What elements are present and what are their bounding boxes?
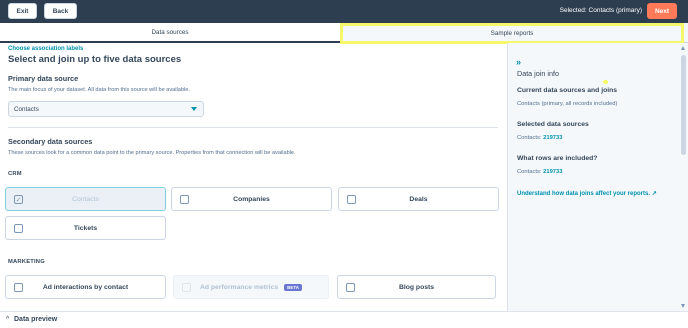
data-joins-help-link[interactable]: Understand how data joins affect your re… (517, 190, 657, 197)
next-button[interactable]: Next (647, 3, 677, 19)
selected-sources-heading: Selected data sources (517, 121, 589, 128)
primary-heading: Primary data source (8, 74, 79, 83)
top-bar: Exit Back Selected: Contacts (primary) N… (0, 0, 688, 23)
primary-source-select[interactable]: Contacts (8, 101, 204, 117)
group-label-crm: CRM (8, 171, 22, 177)
checkbox-icon[interactable] (14, 224, 23, 233)
source-card-blog-posts[interactable]: Blog posts (337, 275, 496, 299)
source-card-label: Blog posts (398, 283, 435, 291)
scroll-down-icon[interactable] (681, 304, 685, 308)
selected-sources-text: Contacts: 219733 (517, 135, 562, 141)
primary-source-value: Contacts (14, 105, 39, 113)
checkbox-icon[interactable] (346, 283, 355, 292)
caret-down-icon (191, 107, 197, 111)
source-card-companies[interactable]: Companies (171, 187, 332, 211)
rows-included-count: 219733 (543, 169, 563, 175)
checkbox-icon[interactable] (180, 195, 189, 204)
current-sources-text: Contacts (primary, all records included) (517, 101, 618, 107)
exit-button[interactable]: Exit (8, 3, 37, 19)
source-card-label: Ad interactions by contact (42, 283, 129, 291)
checkbox-disabled-icon (182, 283, 191, 292)
source-card-ad-interactions[interactable]: Ad interactions by contact (5, 275, 166, 299)
back-button[interactable]: Back (44, 3, 77, 19)
main-panel: Choose association labels Select and joi… (0, 43, 507, 311)
group-label-marketing: MARKETING (8, 259, 45, 265)
external-link-icon: ↗ (651, 191, 657, 197)
source-card-contacts[interactable]: ✓ Contacts (5, 187, 166, 211)
source-card-label: Tickets (73, 224, 98, 232)
tab-bar: Data sources Sample reports (0, 23, 688, 43)
selected-sources-label: Contacts: (517, 135, 542, 141)
rows-included-text: Contacts: 219733 (517, 169, 562, 175)
data-preview-bar[interactable]: ^ Data preview (0, 311, 688, 328)
rows-included-label: Contacts: (517, 169, 542, 175)
page-title: Select and join up to five data sources (8, 54, 182, 65)
help-link-label: Understand how data joins affect your re… (517, 191, 651, 197)
source-card-label: Companies (233, 195, 270, 203)
checkbox-icon[interactable] (14, 283, 23, 292)
source-card-label: Ad performance metrics (199, 283, 279, 291)
vertical-scrollbar[interactable] (679, 43, 688, 311)
current-sources-heading: Current data sources and joins (517, 87, 618, 94)
tab-data-sources[interactable]: Data sources (0, 23, 340, 43)
source-card-label: Contacts (72, 195, 99, 203)
beta-badge: BETA (284, 283, 303, 291)
selected-summary: Selected: Contacts (primary) (559, 7, 642, 14)
double-chevron-right-icon[interactable]: » (516, 57, 521, 67)
source-card-ad-performance: Ad performance metrics BETA (173, 275, 329, 299)
checkbox-checked-icon[interactable]: ✓ (14, 195, 23, 204)
highlight-marker (603, 80, 608, 84)
source-card-tickets[interactable]: Tickets (5, 216, 166, 240)
selected-sources-count: 219733 (543, 135, 563, 141)
tab-sample-reports[interactable]: Sample reports (340, 23, 684, 43)
panel-title: Data join info (517, 69, 559, 78)
scroll-up-icon[interactable] (681, 46, 685, 50)
checkbox-icon[interactable] (347, 195, 356, 204)
source-card-deals[interactable]: Deals (338, 187, 499, 211)
rows-included-heading: What rows are included? (517, 155, 598, 162)
scroll-thumb[interactable] (681, 55, 686, 155)
secondary-heading: Secondary data sources (8, 137, 93, 146)
source-card-label: Deals (409, 195, 428, 203)
primary-description: The main focus of your dataset. All data… (8, 87, 190, 93)
divider (8, 127, 498, 128)
association-labels-link[interactable]: Choose association labels (8, 46, 83, 52)
chevron-up-icon[interactable]: ^ (6, 316, 9, 323)
data-join-info-panel: » Data join info Current data sources an… (507, 43, 679, 311)
data-preview-label: Data preview (14, 316, 58, 323)
secondary-description: These sources look for a common data poi… (8, 150, 296, 156)
